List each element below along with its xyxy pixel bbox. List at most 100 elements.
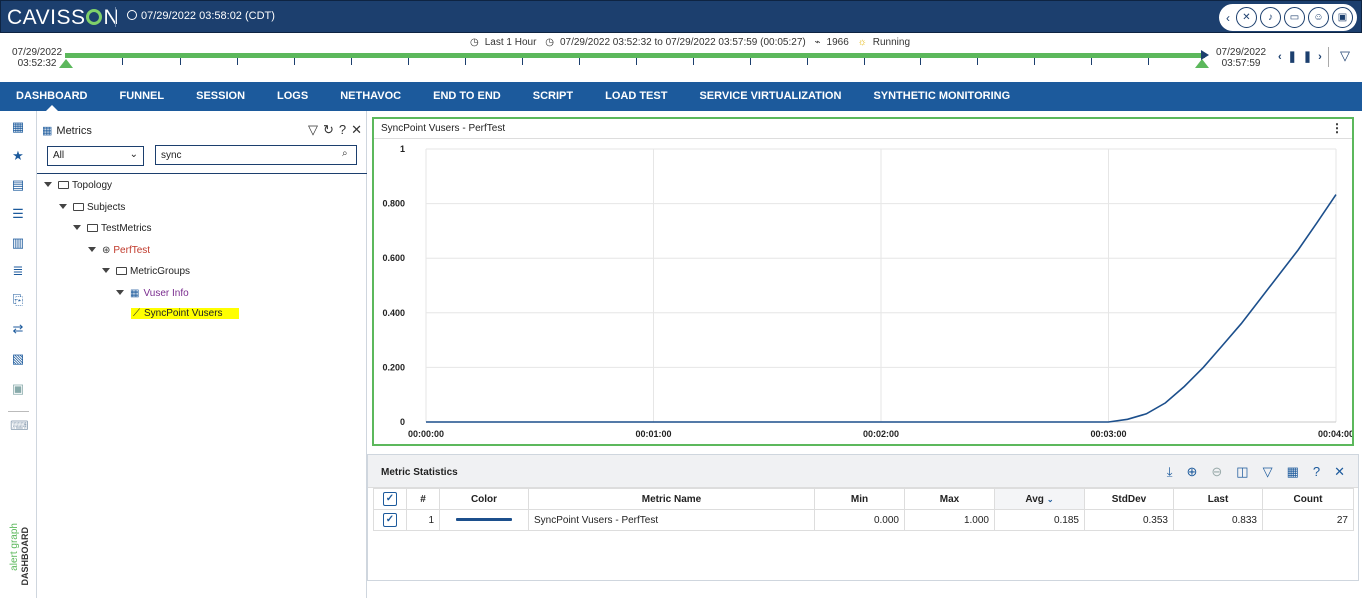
col-last[interactable]: Last <box>1173 488 1263 510</box>
nav-load-test[interactable]: LOAD TEST <box>589 82 683 111</box>
download-icon[interactable]: ⤓ <box>1167 464 1173 480</box>
report-icon[interactable]: ▧ <box>10 351 26 367</box>
remove-circle-icon[interactable]: ⊖ <box>1211 464 1222 480</box>
filter-icon[interactable]: ▽ <box>1340 48 1350 64</box>
grid-icon[interactable]: ▦ <box>10 119 26 135</box>
columns-icon[interactable]: ◫ <box>1236 464 1248 480</box>
sort-desc-icon[interactable]: ⌄ <box>1047 495 1054 504</box>
search-icon[interactable]: ⌕ <box>342 148 348 159</box>
folder-icon <box>87 224 98 232</box>
filter-icon[interactable]: ▽ <box>308 122 318 138</box>
calendar-icon[interactable]: ▤ <box>10 177 26 193</box>
monitor-icon[interactable]: ▣ <box>1332 7 1353 28</box>
col-count[interactable]: Count <box>1262 488 1354 510</box>
nav-script[interactable]: SCRIPT <box>517 82 589 111</box>
bell-icon[interactable]: ♪ <box>1260 7 1281 28</box>
chevron-down-icon: ⌄ <box>129 149 138 160</box>
list-add-icon[interactable]: ☰ <box>10 206 26 222</box>
series-color-swatch[interactable] <box>456 518 512 522</box>
close-icon[interactable]: ✕ <box>1334 464 1345 480</box>
timeline-tick <box>807 58 808 65</box>
close-icon[interactable]: ✕ <box>351 122 362 138</box>
col-avg-label: Avg <box>1025 493 1044 505</box>
nav-session[interactable]: SESSION <box>180 82 261 111</box>
tree-node-subjects[interactable]: Subjects <box>59 201 125 215</box>
timeline-tick <box>180 58 181 65</box>
tools-icon[interactable]: ✕ <box>1236 7 1257 28</box>
nav-logs[interactable]: LOGS <box>261 82 324 111</box>
expand-caret-icon[interactable] <box>44 182 52 187</box>
filter-icon[interactable]: ▽ <box>1263 464 1273 480</box>
favorite-doc-icon[interactable]: ⎘ <box>10 292 26 308</box>
col-color[interactable]: Color <box>439 488 529 510</box>
col-metric-name[interactable]: Metric Name <box>528 488 815 510</box>
tree-node-metricgroups[interactable]: MetricGroups <box>102 265 190 279</box>
expand-caret-icon[interactable] <box>59 204 67 209</box>
previous-icon[interactable]: ‹ <box>1278 51 1288 63</box>
pulse-icon: ⌁ <box>814 37 821 48</box>
row-select-cell: ✓ <box>373 509 407 531</box>
next-icon[interactable]: › <box>1318 51 1328 63</box>
pause-icon[interactable]: ❚❚ <box>1288 51 1318 63</box>
help-icon[interactable]: ? <box>339 122 346 138</box>
end-handle[interactable] <box>1195 59 1209 68</box>
line-chart[interactable]: 0 0.200 0.400 0.600 0.800 1 00:00:00 00:01:00 00… <box>374 139 1352 444</box>
expand-caret-icon[interactable] <box>88 247 96 252</box>
star-icon[interactable]: ★ <box>10 148 26 164</box>
help-icon[interactable]: ? <box>1313 464 1320 480</box>
col-avg[interactable]: Avg ⌄ <box>994 488 1085 510</box>
metric-type-select[interactable]: All ⌄ <box>47 146 144 166</box>
nav-nethavoc[interactable]: NETHAVOC <box>324 82 417 111</box>
metrics-panel: ▦Metrics ▽ ↻ ? ✕ All ⌄ ⌕ Topology Subjec… <box>37 111 367 598</box>
collapse-chevron-icon[interactable]: ‹ <box>1223 11 1233 25</box>
col-min[interactable]: Min <box>814 488 905 510</box>
tree-node-perftest[interactable]: ⊛ PerfTest <box>88 244 150 258</box>
bar-chart-icon[interactable]: ▥ <box>10 235 26 251</box>
table-icon[interactable]: ▦ <box>1287 464 1299 480</box>
col-index[interactable]: # <box>406 488 440 510</box>
add-circle-icon[interactable]: ⊕ <box>1186 464 1197 480</box>
swap-icon[interactable]: ⇄ <box>10 321 26 337</box>
tree-list-icon[interactable]: ≣ <box>10 263 26 279</box>
tree-node-syncpoint-vusers[interactable]: ⟋ SyncPoint Vusers <box>131 307 239 321</box>
row-checkbox[interactable]: ✓ <box>383 513 397 527</box>
nav-service-virtualization[interactable]: SERVICE VIRTUALIZATION <box>683 82 857 111</box>
range-label[interactable]: Last 1 Hour <box>485 37 537 48</box>
nav-synthetic-monitoring[interactable]: SYNTHETIC MONITORING <box>857 82 1026 111</box>
select-value: All <box>53 150 65 161</box>
nav-funnel[interactable]: FUNNEL <box>104 82 181 111</box>
keyboard-icon[interactable]: ⌨ <box>10 418 29 434</box>
expand-caret-icon[interactable] <box>116 290 124 295</box>
sidebar-vertical-labels: alert graph DASHBOARD <box>4 523 32 593</box>
expand-caret-icon[interactable] <box>102 268 110 273</box>
timeline-end: 07/29/2022 03:57:59 <box>1216 47 1266 69</box>
col-max[interactable]: Max <box>904 488 995 510</box>
start-handle[interactable] <box>59 59 73 68</box>
y-tick-label: 0.200 <box>382 362 405 372</box>
template-icon[interactable]: ▣ <box>10 381 26 397</box>
metric-search-input[interactable] <box>155 145 357 165</box>
expand-caret-icon[interactable] <box>73 225 81 230</box>
sidebar-divider <box>8 411 29 412</box>
tree-label: PerfTest <box>113 245 151 256</box>
window-icon[interactable]: ▭ <box>1284 7 1305 28</box>
x-tick-label: 00:01:00 <box>635 429 671 439</box>
nav-dashboard[interactable]: DASHBOARD <box>0 82 104 111</box>
user-icon[interactable]: ☺ <box>1308 7 1329 28</box>
tree-label: Vuser Info <box>143 288 189 299</box>
more-options-icon[interactable]: ⋮ <box>1331 121 1343 135</box>
stats-table: ✓ # Color Metric Name Min Max Avg ⌄ StdDe… <box>373 488 1354 531</box>
tree-node-vuser-info[interactable]: ▦ Vuser Info <box>116 287 189 301</box>
nav-end-to-end[interactable]: END TO END <box>417 82 517 111</box>
col-stddev[interactable]: StdDev <box>1084 488 1174 510</box>
table-row[interactable]: ✓ 1 SyncPoint Vusers - PerfTest 0.000 1.… <box>373 509 1354 531</box>
cavisson-logo[interactable]: CAVISS N <box>7 6 119 30</box>
tree-node-testmetrics[interactable]: TestMetrics <box>73 222 152 236</box>
row-metric-name: SyncPoint Vusers - PerfTest <box>528 509 815 531</box>
tree-node-topology[interactable]: Topology <box>44 179 112 193</box>
select-all-checkbox[interactable]: ✓ <box>383 492 397 506</box>
top-icon-group: ‹ ✕ ♪ ▭ ☺ ▣ <box>1219 4 1357 31</box>
row-count: 27 <box>1262 509 1354 531</box>
main-nav: DASHBOARD FUNNEL SESSION LOGS NETHAVOC E… <box>0 82 1362 111</box>
refresh-icon[interactable]: ↻ <box>323 122 334 138</box>
